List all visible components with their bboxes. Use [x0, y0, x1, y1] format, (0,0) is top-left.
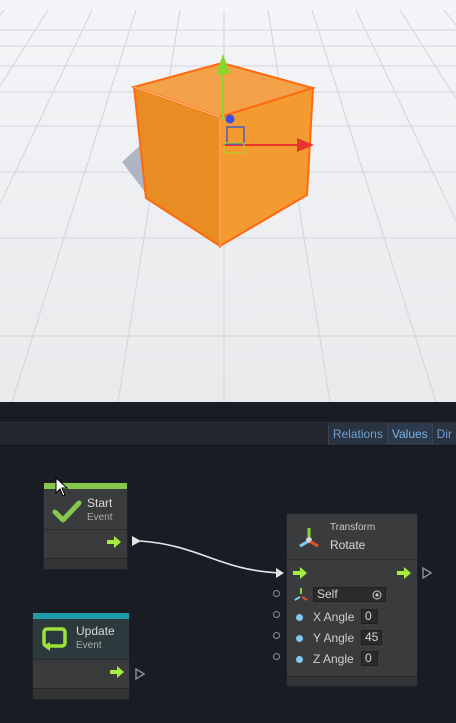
tab-dir[interactable]: Dir	[431, 423, 456, 445]
y-angle-field[interactable]: 45	[361, 630, 382, 645]
rotate-node-category: Transform	[330, 522, 376, 533]
tab-values[interactable]: Values	[386, 423, 432, 445]
float-port-dot-icon	[296, 635, 303, 642]
update-loop-icon	[42, 627, 67, 651]
update-node-subtitle: Event	[76, 640, 102, 651]
cursor-icon	[55, 477, 69, 497]
update-event-node[interactable]: Update Event	[32, 612, 130, 700]
y-angle-label: Y Angle	[313, 631, 355, 645]
x-angle-input-port[interactable]	[273, 611, 280, 618]
x-angle-label: X Angle	[313, 610, 355, 624]
target-input-port[interactable]	[273, 590, 280, 597]
rotate-node-title: Rotate	[330, 538, 366, 552]
y-angle-input-port[interactable]	[273, 632, 280, 639]
target-value: Self	[317, 587, 338, 601]
update-node-title: Update	[76, 624, 115, 638]
flow-out-arrow-icon[interactable]	[110, 666, 124, 678]
flow-output-port-icon[interactable]	[135, 668, 145, 680]
flow-out-arrow-icon[interactable]	[397, 567, 411, 579]
z-angle-field[interactable]: 0	[361, 651, 378, 666]
scene-view[interactable]	[0, 0, 456, 403]
float-port-dot-icon	[296, 614, 303, 621]
start-node-subtitle: Event	[87, 512, 113, 523]
graph-canvas[interactable]: Start Event Update Event Transform Rotat…	[0, 445, 456, 723]
flow-output-port-icon[interactable]	[422, 567, 432, 579]
flow-in-arrow-icon[interactable]	[293, 567, 307, 579]
graph-editor[interactable]: Relations Values Dir Start Event Update …	[0, 402, 456, 723]
float-port-dot-icon	[296, 656, 303, 663]
transform-icon	[299, 528, 319, 548]
x-angle-field[interactable]: 0	[361, 609, 378, 624]
transform-rotate-node[interactable]: Transform Rotate Self X Angle 0 Y Angle …	[286, 513, 418, 687]
inspector-tabs: Relations Values Dir	[327, 423, 456, 445]
tab-relations[interactable]: Relations	[327, 423, 387, 445]
target-icon[interactable]	[372, 590, 382, 600]
z-angle-input-port[interactable]	[273, 653, 280, 660]
graph-toolbar: Relations Values Dir	[0, 422, 456, 446]
start-node-title: Start	[87, 496, 113, 510]
z-angle-label: Z Angle	[313, 652, 354, 666]
checkmark-icon	[52, 500, 82, 523]
transform-icon	[294, 588, 308, 601]
flow-out-arrow-icon[interactable]	[107, 536, 121, 548]
